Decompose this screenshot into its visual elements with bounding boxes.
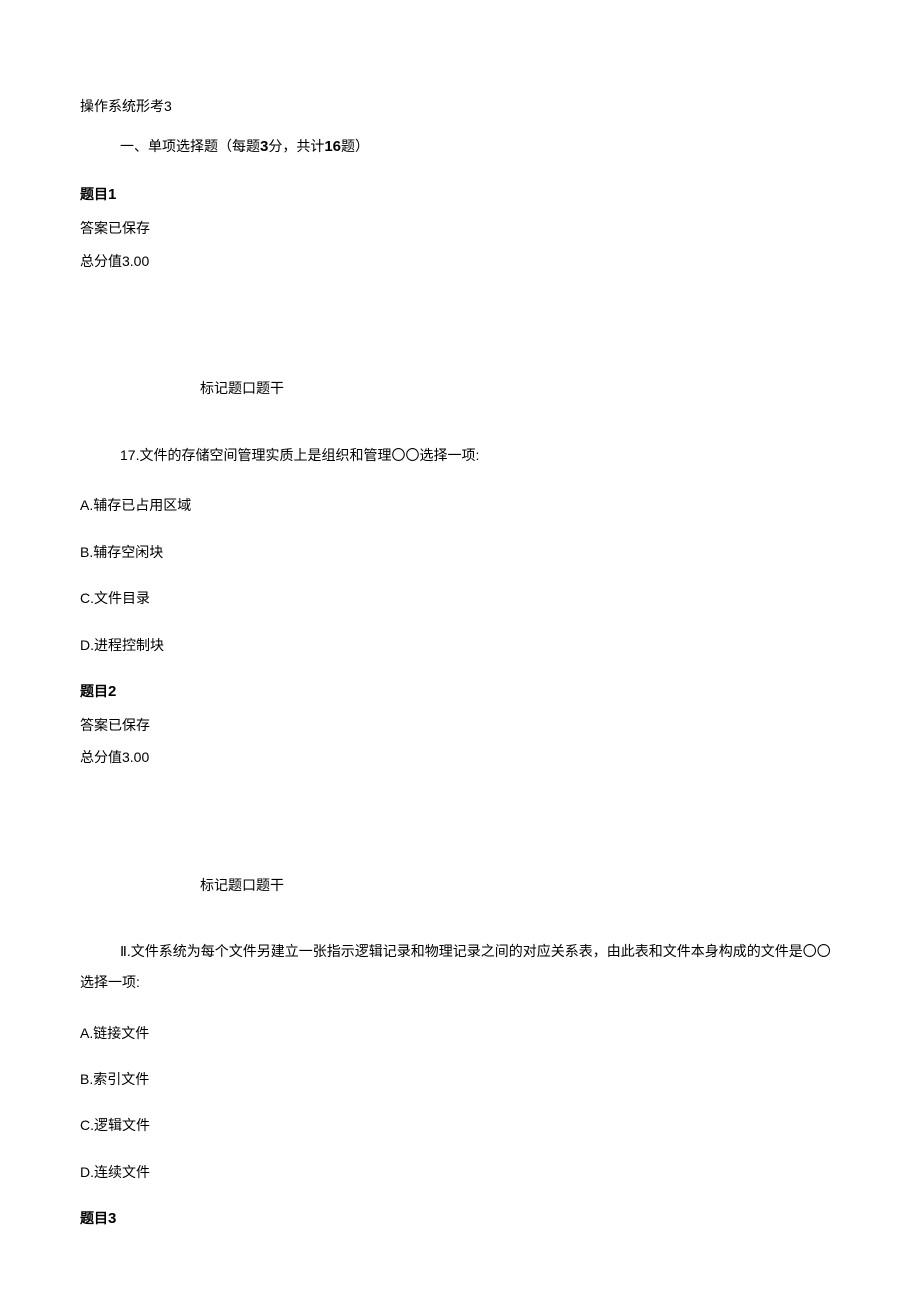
option-c[interactable]: C.文件目录 xyxy=(80,587,840,609)
question-title-prefix: 题目 xyxy=(80,1210,108,1226)
section-mid: 分，共计 xyxy=(268,138,324,154)
option-a[interactable]: A.辅存已占用区域 xyxy=(80,494,840,516)
stem-number: 17. xyxy=(120,447,139,463)
question-title: 题目1 xyxy=(80,183,840,207)
total-questions: 16 xyxy=(324,138,341,155)
option-a[interactable]: A.链接文件 xyxy=(80,1022,840,1044)
stem-number: Ⅱ. xyxy=(80,943,131,959)
question-title-prefix: 题目 xyxy=(80,186,108,202)
answer-status: 答案已保存 xyxy=(80,714,840,736)
option-b[interactable]: B.辅存空闲块 xyxy=(80,541,840,563)
question-number: 1 xyxy=(108,186,116,203)
score-value: 总分值3.00 xyxy=(80,250,840,272)
option-b[interactable]: B.索引文件 xyxy=(80,1068,840,1090)
score-value: 总分值3.00 xyxy=(80,746,840,768)
section-suffix: 题） xyxy=(341,138,369,154)
marker-label: 标记题口题干 xyxy=(80,377,840,399)
question-number: 3 xyxy=(108,1210,116,1227)
option-d[interactable]: D.连续文件 xyxy=(80,1161,840,1183)
option-c[interactable]: C.逻辑文件 xyxy=(80,1114,840,1136)
question-title: 题目2 xyxy=(80,680,840,704)
option-d[interactable]: D.进程控制块 xyxy=(80,634,840,656)
stem-text: 文件系统为每个文件另建立一张指示逻辑记录和物理记录之间的对应关系表，由此表和文件… xyxy=(80,943,831,990)
question-number: 2 xyxy=(108,683,116,700)
question-title: 题目3 xyxy=(80,1207,840,1231)
section-prefix: 一、单项选择题（每题 xyxy=(120,138,260,154)
question-stem: Ⅱ.文件系统为每个文件另建立一张指示逻辑记录和物理记录之间的对应关系表，由此表和… xyxy=(80,936,840,998)
answer-status: 答案已保存 xyxy=(80,217,840,239)
question-title-prefix: 题目 xyxy=(80,683,108,699)
document-title: 操作系统形考3 xyxy=(80,95,840,117)
question-stem: 17.文件的存储空间管理实质上是组织和管理〇〇选择一项: xyxy=(80,440,840,471)
section-header: 一、单项选择题（每题3分，共计16题） xyxy=(80,135,840,159)
stem-text: 文件的存储空间管理实质上是组织和管理〇〇选择一项: xyxy=(139,447,479,463)
marker-label: 标记题口题干 xyxy=(80,874,840,896)
